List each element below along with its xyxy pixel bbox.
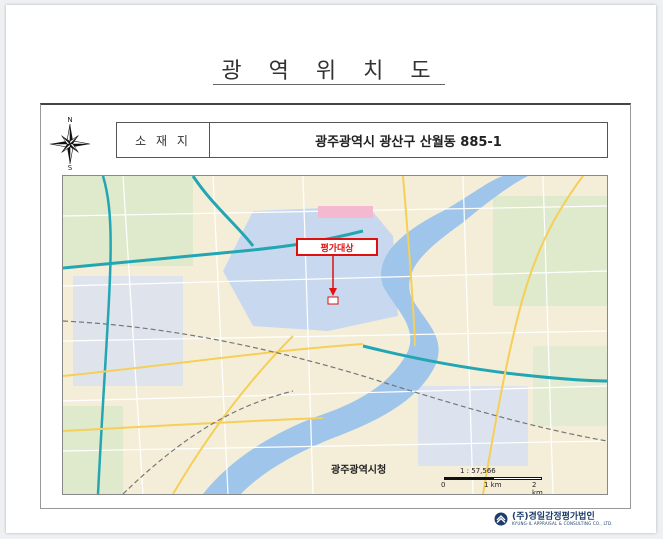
page-title: 광 역 위 치 도 xyxy=(221,59,441,84)
location-address: 광주광역시 광산구 산월동 885-1 xyxy=(315,134,502,150)
scale-tick-1km: 1 km xyxy=(484,481,502,489)
scale-ratio: 1 : 57,566 xyxy=(460,467,496,475)
title-underline xyxy=(213,84,445,85)
target-label: 평가대상 xyxy=(296,238,378,256)
scale-tick-0: 0 xyxy=(441,481,446,489)
scale-bar-segment xyxy=(493,477,542,480)
city-hall-label: 광주광역시청 xyxy=(331,465,387,476)
regional-location-map[interactable]: 평가대상 광주광역시청 1 : 57,566 0 1 km 2 km xyxy=(62,175,608,495)
compass-south-label: S xyxy=(68,164,73,171)
company-logo: (주)경일감정평가법인 KYUNG-IL APPRAISAL & CONSULT… xyxy=(494,510,644,528)
scale-tick-2km: 2 km xyxy=(532,481,543,495)
compass-rose-icon: N S xyxy=(46,115,94,172)
target-district-area xyxy=(223,206,398,331)
target-pin-icon xyxy=(327,296,339,305)
location-label: 소 재 지 xyxy=(117,123,210,157)
company-logo-icon xyxy=(494,512,508,526)
airport-area xyxy=(318,206,373,218)
map-graphic xyxy=(63,176,607,494)
location-info-table: 소 재 지 광주광역시 광산구 산월동 885-1 xyxy=(116,122,608,158)
company-name-en: KYUNG-IL APPRAISAL & CONSULTING CO., LTD… xyxy=(512,520,613,526)
green-area xyxy=(493,196,607,306)
compass-north-label: N xyxy=(67,116,72,124)
map-scale: 1 : 57,566 0 1 km 2 km xyxy=(438,467,548,494)
document-page: 광 역 위 치 도 N S 소 재 지 광주광역시 광산구 산월동 885-1 … xyxy=(6,5,656,533)
